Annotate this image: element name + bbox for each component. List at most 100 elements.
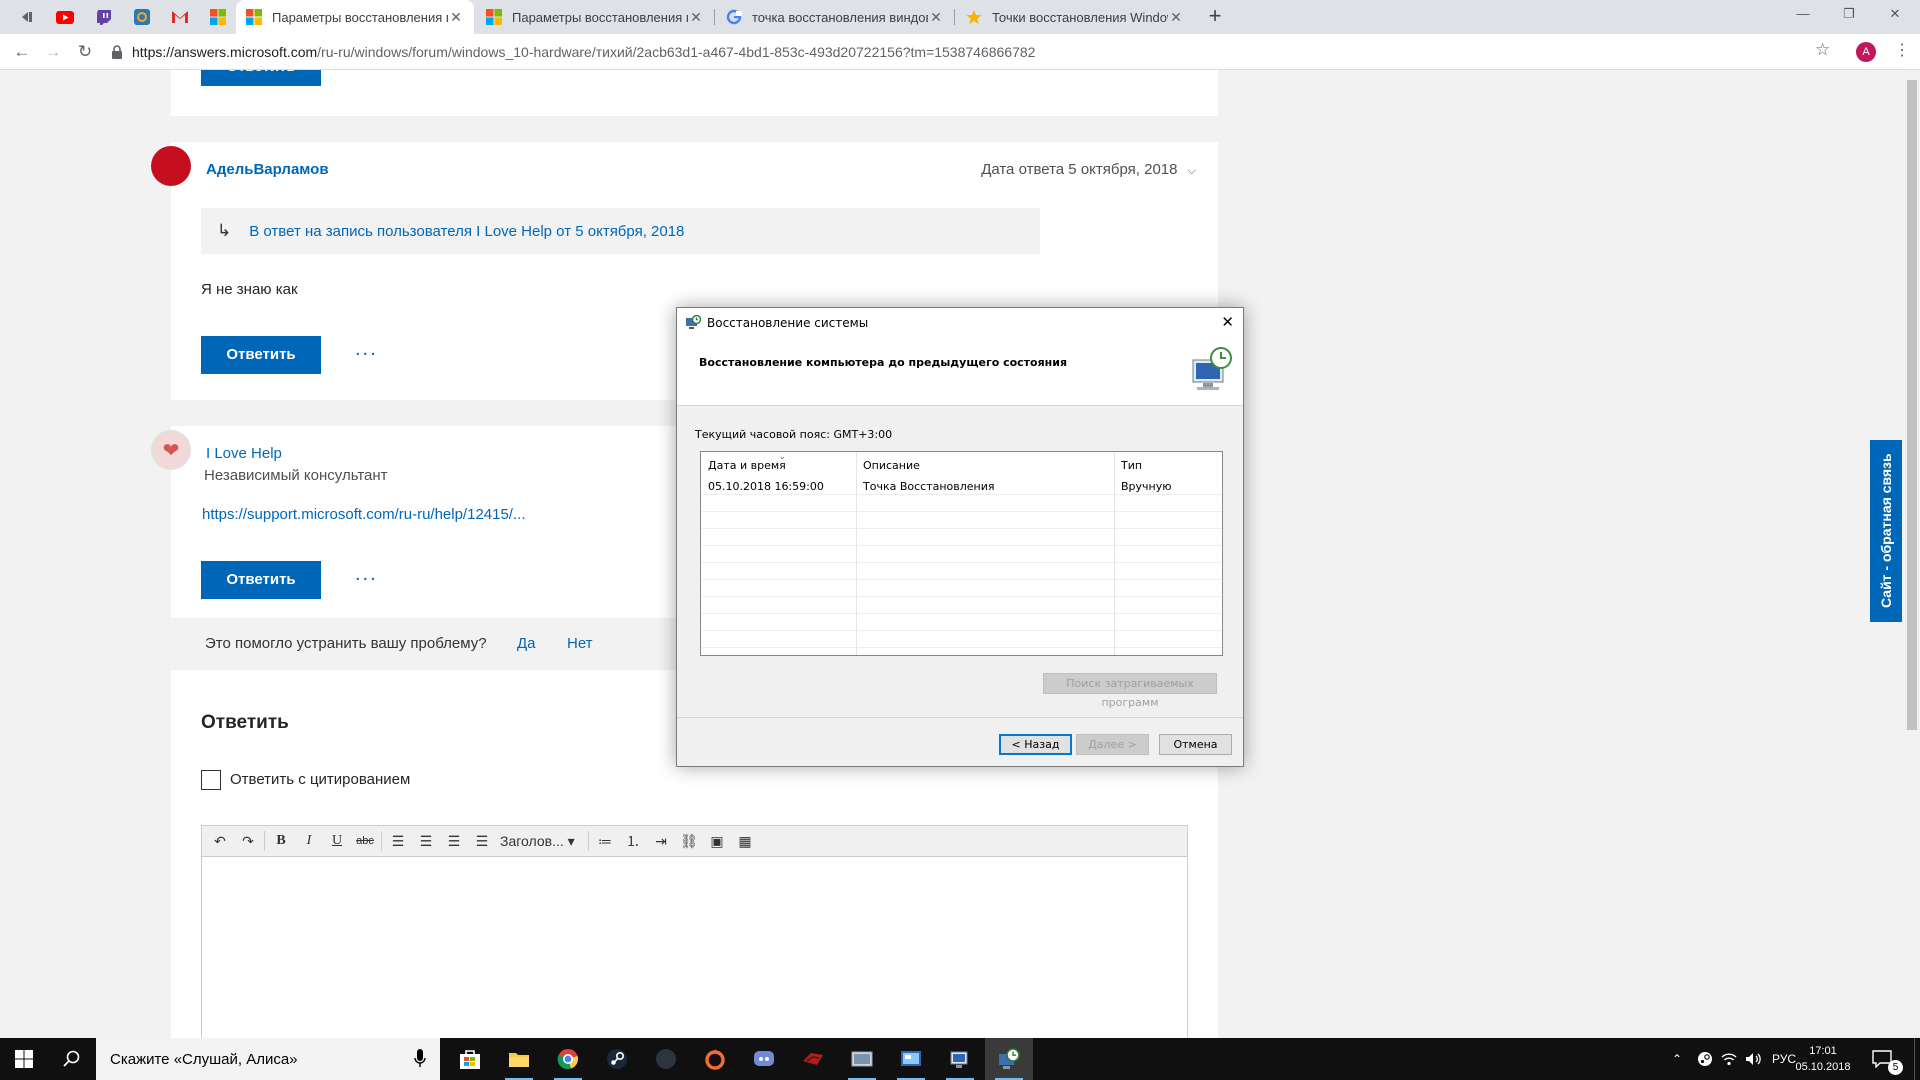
align-justify-icon[interactable]: ☰ <box>468 829 496 853</box>
close-icon[interactable]: ✕ <box>1221 313 1234 331</box>
reply-section-title: Ответить <box>201 712 289 733</box>
helpful-yes-link[interactable]: Да <box>517 635 536 652</box>
browser-tab[interactable]: Точки восстановления Window ✕ <box>956 0 1194 34</box>
back-arrow-icon[interactable]: ← <box>10 40 34 64</box>
column-header-description[interactable]: Описание <box>863 459 920 472</box>
numbered-list-icon[interactable]: ⒈ <box>619 829 647 853</box>
indent-icon[interactable]: ⇥ <box>647 829 675 853</box>
browser-tab[interactable]: Параметры восстановления в W ✕ <box>476 0 714 34</box>
align-left-icon[interactable]: ☰ <box>384 829 412 853</box>
restore-icon[interactable]: ❐ <box>1826 0 1872 30</box>
bullet-list-icon[interactable]: ≔ <box>591 829 619 853</box>
windows-start-icon[interactable] <box>0 1038 48 1080</box>
chrome-icon[interactable] <box>544 1038 592 1080</box>
game-icon[interactable] <box>789 1038 837 1080</box>
pinned-tab-twitch-icon[interactable] <box>93 6 115 28</box>
pinned-tab-back-icon[interactable] <box>16 6 38 28</box>
profile-avatar[interactable]: A <box>1856 42 1876 62</box>
next-button[interactable]: Далее > <box>1076 734 1149 755</box>
microphone-icon[interactable] <box>414 1049 426 1069</box>
discord-icon[interactable] <box>740 1038 788 1080</box>
tray-chevron-icon[interactable]: ⌃ <box>1672 1038 1682 1080</box>
restore-computer-icon <box>1192 347 1232 390</box>
avatar-heart-icon: ❤ <box>151 430 191 470</box>
back-button[interactable]: < Назад <box>999 734 1072 755</box>
close-tab-icon[interactable]: ✕ <box>928 9 944 26</box>
system-clock[interactable]: 17:01 05.10.2018 <box>1788 1043 1858 1075</box>
support-link[interactable]: https://support.microsoft.com/ru-ru/help… <box>202 506 525 523</box>
browser-tab-active[interactable]: Параметры восстановления в W ✕ <box>236 0 474 34</box>
quote-checkbox[interactable] <box>201 770 221 790</box>
control-panel-icon[interactable] <box>887 1038 935 1080</box>
page-scrollbar[interactable] <box>1904 70 1920 1038</box>
forward-arrow-icon[interactable]: → <box>41 40 65 64</box>
post-date-text: Дата ответа 5 октября, 2018 <box>981 161 1178 178</box>
scrollbar-thumb[interactable] <box>1907 80 1917 730</box>
pinned-tab-youtube-icon[interactable] <box>54 6 76 28</box>
taskbar-search-box[interactable]: Скажите «Слушай, Алиса» <box>96 1038 440 1080</box>
url-host: https://answers.microsoft.com <box>132 44 318 60</box>
post-date[interactable]: Дата ответа 5 октября, 2018 ⌵ <box>981 161 1196 178</box>
network-icon[interactable] <box>1721 1038 1737 1080</box>
column-header-date[interactable]: Дата и время <box>708 459 786 472</box>
undo-icon[interactable]: ↶ <box>206 829 234 853</box>
row-line <box>701 545 1222 546</box>
quote-link[interactable]: В ответ на запись пользователя I Love He… <box>249 223 684 240</box>
system-window-icon[interactable] <box>838 1038 886 1080</box>
table-icon[interactable]: ▦ <box>731 829 759 853</box>
feedback-tab[interactable]: Сайт - обратная связь <box>1870 440 1902 622</box>
more-options-icon[interactable]: ... <box>355 338 378 361</box>
align-right-icon[interactable]: ☰ <box>440 829 468 853</box>
redo-icon[interactable]: ↷ <box>234 829 262 853</box>
store-icon[interactable] <box>446 1038 494 1080</box>
cancel-button[interactable]: Отмена <box>1159 734 1232 755</box>
align-center-icon[interactable]: ☰ <box>412 829 440 853</box>
italic-icon[interactable]: I <box>295 829 323 853</box>
post-author[interactable]: I Love Help <box>206 445 282 462</box>
close-window-icon[interactable]: ✕ <box>1872 0 1918 30</box>
helpful-no-link[interactable]: Нет <box>567 635 593 652</box>
pinned-tab-at-icon[interactable] <box>131 6 153 28</box>
steam-tray-icon[interactable] <box>1697 1038 1713 1080</box>
bold-icon[interactable]: B <box>267 829 295 853</box>
reply-button[interactable]: Ответить <box>201 70 321 86</box>
bookmark-star-icon[interactable]: ☆ <box>1815 40 1830 60</box>
close-tab-icon[interactable]: ✕ <box>448 9 464 26</box>
steam-icon[interactable] <box>593 1038 641 1080</box>
reply-button[interactable]: Ответить <box>201 561 321 599</box>
browser-tab[interactable]: точка восстановления виндов ✕ <box>716 0 954 34</box>
game-launcher-icon[interactable] <box>642 1038 690 1080</box>
origin-icon[interactable] <box>691 1038 739 1080</box>
new-tab-plus-icon[interactable]: + <box>1202 4 1228 30</box>
image-icon[interactable]: ▣ <box>703 829 731 853</box>
reload-icon[interactable]: ↻ <box>73 40 97 64</box>
heading-select[interactable]: Заголов... ▾ <box>496 829 586 853</box>
show-desktop-button[interactable] <box>1914 1038 1920 1080</box>
clock-date: 05.10.2018 <box>1795 1061 1851 1073</box>
dialog-titlebar[interactable]: Восстановление системы ✕ <box>677 308 1243 338</box>
link-icon[interactable]: ⛓ <box>675 829 703 853</box>
search-icon[interactable] <box>48 1038 96 1080</box>
close-tab-icon[interactable]: ✕ <box>688 9 704 26</box>
more-options-icon[interactable]: ... <box>355 563 378 586</box>
post-author[interactable]: АдельВарламов <box>206 161 329 178</box>
minimize-icon[interactable]: — <box>1780 0 1826 30</box>
system-restore-taskbar-icon[interactable] <box>985 1038 1033 1080</box>
pinned-tab-microsoft-icon[interactable] <box>207 6 229 28</box>
row-line <box>701 528 1222 529</box>
pinned-tab-gmail-icon[interactable] <box>169 6 191 28</box>
browser-menu-icon[interactable]: ⋮ <box>1894 40 1910 60</box>
underline-icon[interactable]: U <box>323 829 351 853</box>
restore-points-list[interactable]: ⌄ Дата и время Описание Тип 05.10.2018 1… <box>700 451 1223 656</box>
address-bar[interactable]: https://answers.microsoft.com /ru-ru/win… <box>110 39 1830 65</box>
reply-button[interactable]: Ответить <box>201 336 321 374</box>
scan-affected-programs-button[interactable]: Поиск затрагиваемых программ <box>1043 673 1217 709</box>
system-properties-icon[interactable] <box>936 1038 984 1080</box>
action-center-icon[interactable]: 5 <box>1872 1038 1903 1080</box>
close-tab-icon[interactable]: ✕ <box>1168 9 1184 26</box>
strikethrough-icon[interactable]: abc <box>351 829 379 853</box>
file-explorer-icon[interactable] <box>495 1038 543 1080</box>
volume-icon[interactable] <box>1745 1038 1763 1080</box>
editor-text-area[interactable] <box>201 857 1188 1038</box>
column-header-type[interactable]: Тип <box>1121 459 1142 472</box>
